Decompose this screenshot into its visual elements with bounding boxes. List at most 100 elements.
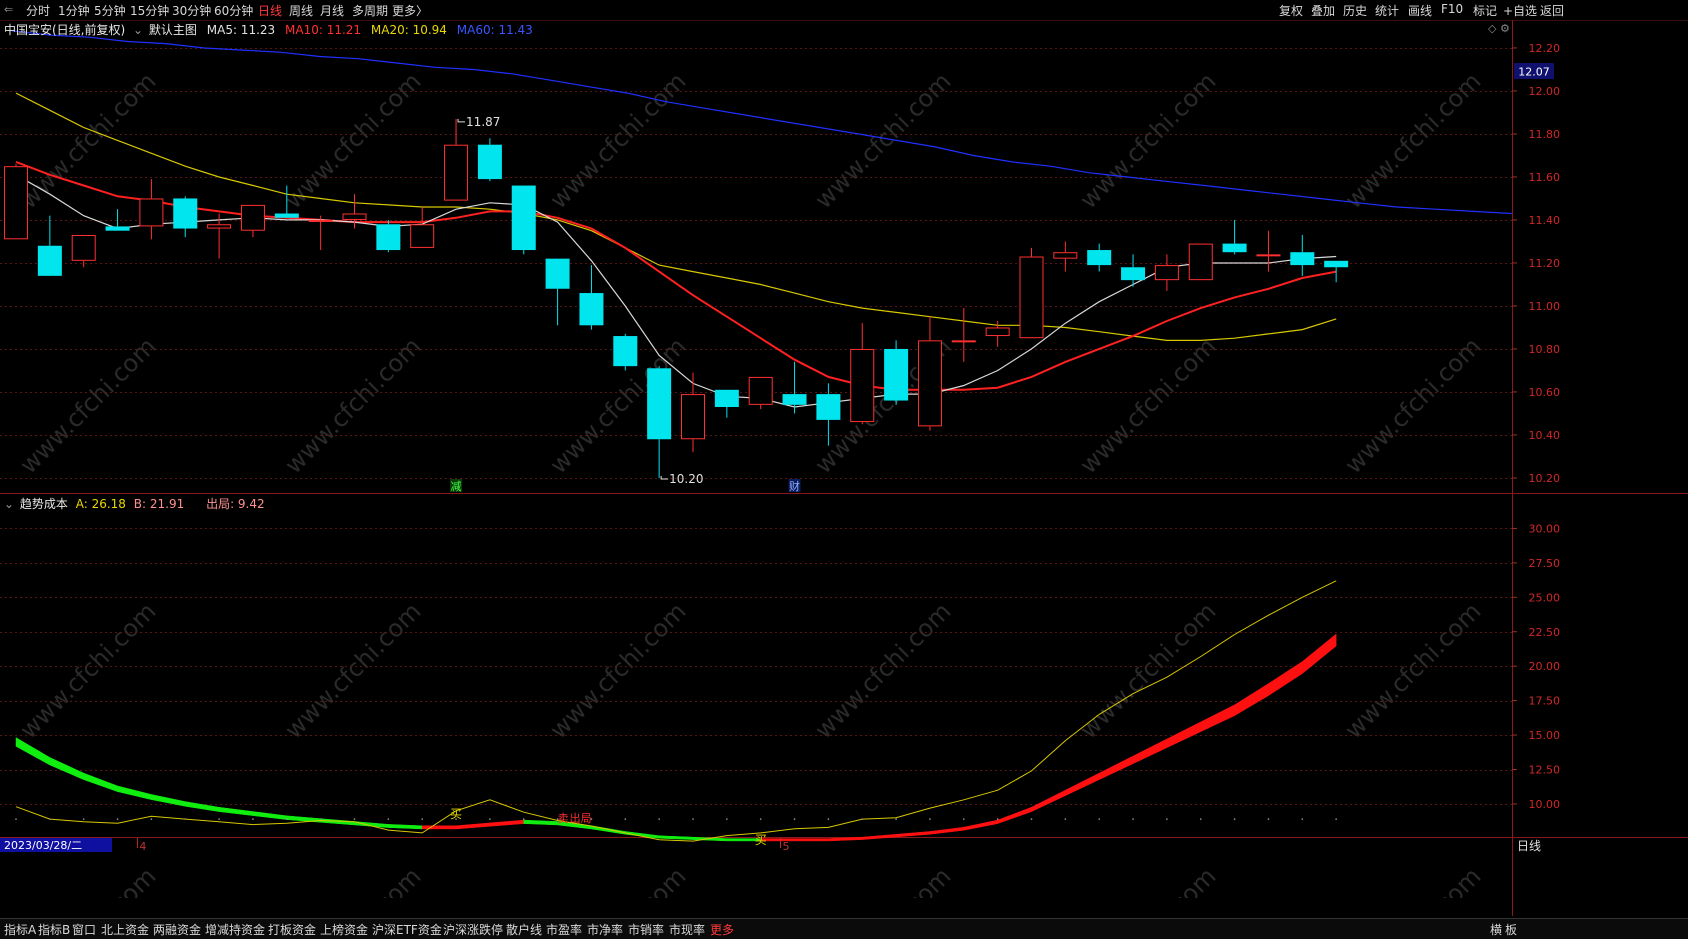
baseline-dot — [150, 818, 153, 820]
candle-body — [545, 258, 570, 289]
tab-60min[interactable]: 60分钟 — [214, 2, 253, 19]
sub-settings-icon[interactable]: ⌄ — [4, 497, 14, 511]
add-watchlist-button[interactable]: +自选 — [1503, 2, 1537, 19]
sub-indicator-name[interactable]: 趋势成本 — [20, 497, 68, 511]
tab-etf-funds[interactable]: 沪深ETF资金 — [372, 921, 442, 938]
tab-15min[interactable]: 15分钟 — [130, 2, 169, 19]
sub-tick-label: 15.00 — [1529, 729, 1561, 742]
tab-multi-period[interactable]: 多周期 — [352, 2, 388, 19]
sub-axis: 30.00 27.50 25.00 22.50 20.00 17.50 15.00 12.50… — [1512, 522, 1560, 811]
baseline-dot — [658, 818, 660, 820]
baseline-dot — [996, 818, 999, 820]
tab-retail-line[interactable]: 散户线 — [506, 921, 542, 938]
gear-icon[interactable]: ⚙ — [1500, 22, 1510, 35]
tab-limit-up-funds[interactable]: 打板资金 — [268, 921, 316, 938]
horizontal-layout-button[interactable]: 横 — [1490, 921, 1502, 938]
sub-tick-label: 27.50 — [1529, 557, 1561, 570]
financial-report-label: 财 — [789, 479, 800, 493]
baseline-dot — [1030, 818, 1033, 820]
history-button[interactable]: 历史 — [1343, 2, 1367, 19]
candle-body — [105, 226, 130, 231]
tab-monthly[interactable]: 月线 — [320, 2, 344, 19]
baseline-dot — [319, 818, 322, 820]
tab-dragon-tiger-funds[interactable]: 上榜资金 — [320, 921, 368, 938]
month-label-may: 5 — [783, 840, 790, 853]
stats-button[interactable]: 统计 — [1375, 2, 1399, 19]
price-tick-label: 11.60 — [1529, 171, 1561, 184]
sub-tick-label: 25.00 — [1529, 591, 1561, 604]
price-tick-label: 11.40 — [1529, 214, 1561, 227]
candle-body — [1087, 250, 1112, 266]
current-price-label: 12.07 — [1518, 66, 1550, 79]
baseline-dot — [15, 818, 17, 820]
tab-more[interactable]: 更多〉 — [392, 2, 428, 19]
candle-body — [681, 394, 705, 440]
diamond-icon[interactable]: ◇ — [1488, 22, 1497, 35]
tab-more-indicators[interactable]: 更多 — [710, 921, 734, 938]
candle-body — [207, 224, 232, 229]
collapse-left-icon[interactable]: ⇐ — [4, 3, 13, 16]
baseline-dot — [1064, 818, 1067, 820]
tab-1min[interactable]: 1分钟 — [58, 2, 90, 19]
candle-body — [816, 394, 841, 420]
candle-body — [274, 213, 299, 218]
baseline-dot — [861, 818, 864, 820]
tab-pb[interactable]: 市净率 — [587, 921, 623, 938]
tab-pcf[interactable]: 市现率 — [669, 921, 705, 938]
candle — [4, 164, 28, 240]
tab-5min[interactable]: 5分钟 — [94, 2, 126, 19]
f10-button[interactable]: F10 — [1441, 2, 1463, 16]
baseline-dot — [387, 818, 390, 820]
date-cursor-label: 2023/03/28/二 — [4, 839, 82, 852]
period-toolbar: ⇐ 分时 1分钟 5分钟 15分钟 30分钟 60分钟 日线 周线 月线 多周期… — [0, 0, 1688, 21]
tab-daily[interactable]: 日线 — [258, 2, 282, 19]
ma60-value: MA60: 11.43 — [456, 23, 533, 37]
candle-body — [308, 219, 333, 222]
candle-body — [37, 245, 62, 276]
fuquan-button[interactable]: 复权 — [1279, 2, 1303, 19]
baseline-dot — [895, 818, 897, 820]
baseline-dot — [692, 818, 694, 820]
baseline-dot — [1098, 818, 1100, 820]
tab-holding-change-funds[interactable]: 增减持资金 — [205, 921, 265, 938]
candle-body — [985, 327, 1010, 337]
tab-pe[interactable]: 市盈率 — [546, 921, 582, 938]
draw-line-button[interactable]: 画线 — [1408, 2, 1432, 19]
tab-window[interactable]: 窗口 — [72, 921, 96, 938]
settings-dropdown-icon[interactable]: ⌄ — [133, 23, 143, 37]
board-layout-button[interactable]: 板 — [1505, 921, 1517, 938]
candle-body — [1188, 243, 1213, 281]
tab-weekly[interactable]: 周线 — [289, 2, 313, 19]
tab-margin-funds[interactable]: 两融资金 — [153, 921, 201, 938]
candle — [1019, 247, 1044, 339]
baseline-dot — [184, 818, 187, 820]
mark-button[interactable]: 标记 — [1473, 2, 1497, 19]
baseline-dot — [1335, 818, 1337, 820]
tab-indicator-a[interactable]: 指标A — [4, 921, 36, 938]
tab-indicator-b[interactable]: 指标B — [38, 921, 70, 938]
tab-limit-up-down[interactable]: 沪深涨跌停 — [443, 921, 503, 938]
chart-canvas[interactable]: www.cfchi.com 12.2012.0011.8011.6011.401… — [0, 20, 1688, 918]
candle-body — [748, 376, 773, 405]
candle-body — [714, 389, 739, 407]
baseline-dot — [353, 818, 356, 820]
candle-body — [1290, 252, 1315, 266]
candle — [748, 376, 773, 410]
indicator-name[interactable]: 默认主图 — [149, 23, 197, 37]
sub-chart-info: ⌄ 趋势成本 A: 26.18 B: 21.91 出局: 9.42 — [4, 495, 265, 512]
overlay-button[interactable]: 叠加 — [1311, 2, 1335, 19]
band-segment — [421, 825, 457, 830]
tab-northbound-funds[interactable]: 北上资金 — [101, 921, 149, 938]
back-button[interactable]: 返回 — [1540, 2, 1564, 19]
exit-value: 出局: 9.42 — [206, 497, 265, 511]
ma5-value: MA5: 11.23 — [206, 23, 276, 37]
period-label[interactable]: 日线 — [1517, 839, 1541, 853]
sub-tick-label: 20.00 — [1529, 660, 1561, 673]
trend-b-value: B: 21.91 — [133, 497, 185, 511]
tab-30min[interactable]: 30分钟 — [172, 2, 211, 19]
tab-ps[interactable]: 市销率 — [628, 921, 664, 938]
candle-body — [579, 293, 604, 326]
tab-fenshi[interactable]: 分时 — [26, 2, 50, 19]
baseline-dot — [286, 818, 288, 820]
baseline-dot — [726, 818, 728, 820]
